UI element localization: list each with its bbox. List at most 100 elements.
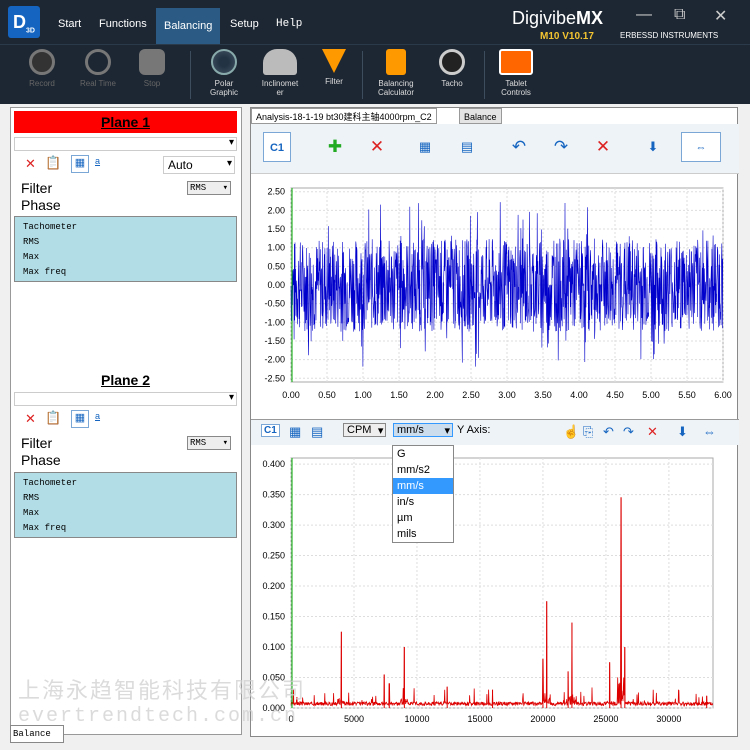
clipboard-icon[interactable]: 📋	[45, 155, 61, 171]
tab-balance[interactable]: Balance	[459, 108, 502, 124]
plane2-select[interactable]	[14, 392, 237, 406]
y-tick-label: -1.50	[264, 336, 285, 346]
undo-icon[interactable]: ↶	[505, 132, 533, 162]
plane1-select[interactable]	[14, 137, 237, 151]
balancing-calculator-button[interactable]: Balancing Calculator	[368, 49, 424, 97]
tab-balancing[interactable]: Balancing	[156, 8, 221, 44]
minimize-icon[interactable]: —	[636, 6, 652, 24]
redo-icon[interactable]: ↷	[623, 424, 634, 440]
ribbon-toolbar: Record Real Time Stop Polar Graphic Incli…	[0, 44, 750, 104]
copy-icon[interactable]: ⎘	[583, 424, 593, 440]
unit-select[interactable]: mm/s ▾	[393, 423, 453, 437]
calculator-label: Balancing	[378, 79, 414, 88]
filter-icon	[322, 49, 346, 73]
hand-icon[interactable]: ☝	[563, 424, 579, 440]
wave-icon[interactable]: ▤	[311, 424, 323, 440]
grid-icon[interactable]: ▦	[71, 410, 89, 428]
time-waveform-chart[interactable]: 2.50 2.00 1.50 1.00 0.50 0.00 -0.50 -1.00 -1.50 -…	[251, 174, 739, 419]
y-axis-label: Y Axis:	[457, 424, 491, 436]
y-tick-label: 0.200	[262, 581, 285, 591]
logo-sub: 3D	[26, 27, 35, 35]
tab-start[interactable]: Start	[56, 10, 83, 44]
y-tick-label: 1.50	[267, 224, 285, 234]
tab-functions[interactable]: Functions	[97, 10, 149, 44]
inclinometer-button[interactable]: Inclinomet er	[252, 49, 308, 97]
clipboard-icon[interactable]: 📋	[45, 410, 61, 426]
spectrum-chart[interactable]: 0.4000.3500.3000.2500.2000.1500.1000.050…	[251, 446, 739, 736]
calculator-icon	[386, 49, 406, 75]
add-icon[interactable]: ✚	[321, 132, 349, 162]
info-tachometer: Tachometer	[23, 222, 78, 232]
company-label: ERBESSD INSTRUMENTS	[620, 31, 719, 40]
info-max-freq: Max freq	[23, 267, 67, 277]
x-tick-label: 0.50	[318, 390, 336, 400]
maximize-icon[interactable]: ⧉	[674, 6, 685, 24]
stop-button[interactable]: Stop	[124, 49, 180, 88]
tablet-controls-button[interactable]: Tablet Controls	[488, 49, 544, 97]
unit-option[interactable]: G	[393, 446, 453, 462]
record-button[interactable]: Record	[14, 49, 70, 88]
filter-label: Filter	[325, 77, 343, 86]
redo-icon[interactable]: ↷	[547, 132, 575, 162]
clear-icon[interactable]: ✕	[589, 132, 617, 162]
delete-icon[interactable]: ✕	[363, 132, 391, 162]
tab-help[interactable]: Help	[274, 10, 304, 44]
analysis-panel: Analysis-18-1-19 bt30建科主轴4000rpm_C2 Bala…	[250, 107, 739, 737]
info-max-freq: Max freq	[23, 523, 67, 533]
save-icon[interactable]: ⬇	[639, 132, 667, 162]
tacho-button[interactable]: Tacho	[424, 49, 480, 88]
filter-button[interactable]: Filter	[306, 49, 362, 86]
x-tick-label: 15000	[467, 714, 492, 724]
polar-label2: Graphic	[209, 88, 238, 97]
y-tick-label: 2.00	[267, 205, 285, 215]
rms-value: RMS	[190, 183, 207, 193]
filter-rms-select[interactable]: RMS	[187, 181, 231, 195]
tab-setup[interactable]: Setup	[228, 10, 261, 44]
app-logo[interactable]: D3D	[8, 6, 40, 38]
unit-option[interactable]: µm	[393, 510, 453, 526]
time-toolbar: C1 ✚ ✕ ▦ ▤ ↶ ↷ ✕ ⬇ ⇔	[251, 124, 739, 174]
unit-option[interactable]: mils	[393, 526, 453, 542]
filter-rms-select[interactable]: RMS	[187, 436, 231, 450]
y-tick-label: 0.150	[262, 612, 285, 622]
channel-c1-button[interactable]: C1	[263, 132, 291, 162]
y-tick-label: -0.50	[264, 299, 285, 309]
save-icon[interactable]: ⬇	[677, 424, 688, 440]
fit-icon[interactable]: ⇔	[703, 424, 716, 439]
wave-icon[interactable]: ▤	[453, 132, 481, 162]
y-tick-label: 0.300	[262, 520, 285, 530]
delete-icon[interactable]: ✕	[25, 411, 36, 427]
x-tick-label: 3.00	[498, 390, 516, 400]
filter-label: Filter	[21, 180, 53, 196]
record-label: Record	[29, 79, 55, 88]
y-tick-label: 0.250	[262, 551, 285, 561]
tab-analysis[interactable]: Analysis-18-1-19 bt30建科主轴4000rpm_C2	[251, 108, 437, 124]
brand-b: MX	[576, 8, 604, 28]
fit-icon[interactable]: ⇔	[681, 132, 721, 162]
y-tick-label: 0.400	[262, 459, 285, 469]
rms-value: RMS	[190, 438, 207, 448]
brand-a: Digivibe	[512, 8, 577, 28]
unit-option[interactable]: in/s	[393, 494, 453, 510]
undo-icon[interactable]: ↶	[603, 424, 614, 440]
tablet-label: Tablet	[505, 79, 527, 88]
x-tick-label: 2.50	[462, 390, 480, 400]
cursor-icon[interactable]: ▦	[289, 424, 301, 440]
cpm-select[interactable]: CPM ▾	[343, 423, 387, 437]
x-tick-label: 6.00	[714, 390, 732, 400]
realtime-button[interactable]: Real Time	[70, 49, 126, 88]
unit-option[interactable]: mm/s	[393, 478, 453, 494]
x-tick-label: 10000	[404, 714, 429, 724]
channel-c1-button[interactable]: C1	[261, 424, 280, 437]
text-icon[interactable]: a	[95, 156, 100, 166]
text-icon[interactable]: a	[95, 411, 100, 421]
polar-graphic-button[interactable]: Polar Graphic	[196, 49, 252, 97]
x-tick-label: 5000	[344, 714, 364, 724]
grid-icon[interactable]: ▦	[71, 155, 89, 173]
close-icon[interactable]: ✕	[714, 6, 727, 26]
delete-icon[interactable]: ✕	[25, 156, 36, 172]
unit-option[interactable]: mm/s2	[393, 462, 453, 478]
cursor-icon[interactable]: ▦	[411, 132, 439, 162]
clear-icon[interactable]: ✕	[647, 424, 658, 440]
auto-select[interactable]: Auto	[163, 156, 235, 174]
